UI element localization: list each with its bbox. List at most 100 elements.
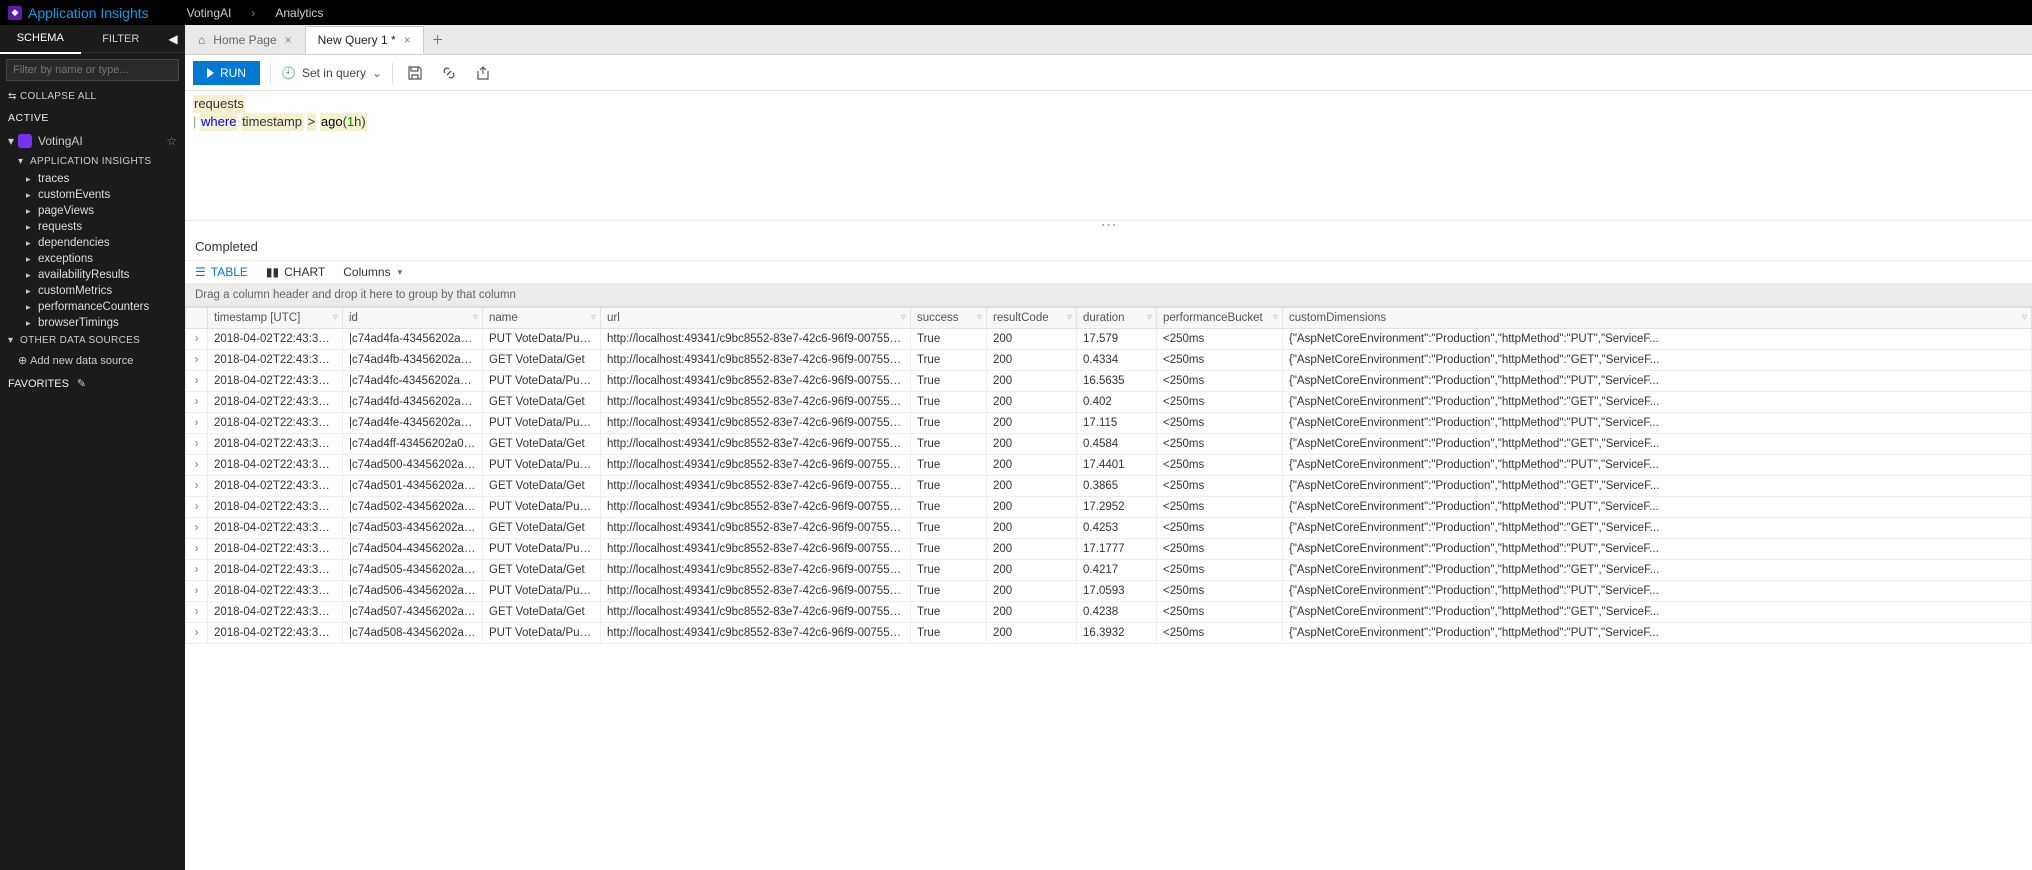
sidebar-tab-filter[interactable]: FILTER: [81, 25, 162, 53]
filter-icon[interactable]: ▿: [1147, 312, 1152, 323]
expand-row-button[interactable]: ›: [186, 329, 208, 350]
filter-icon[interactable]: ▿: [2022, 312, 2027, 323]
sidebar-collapse-icon[interactable]: ◀: [161, 25, 185, 53]
expand-row-button[interactable]: ›: [186, 581, 208, 602]
cell-resultcode: 200: [987, 581, 1077, 602]
table-row[interactable]: ›2018-04-02T22:43:31.221|c74ad501-434562…: [186, 476, 2032, 497]
expand-row-button[interactable]: ›: [186, 476, 208, 497]
expand-row-button[interactable]: ›: [186, 560, 208, 581]
filter-icon[interactable]: ▿: [591, 312, 596, 323]
filter-icon[interactable]: ▿: [1067, 312, 1072, 323]
group-by-bar[interactable]: Drag a column header and drop it here to…: [185, 284, 2032, 307]
tree-item-exceptions[interactable]: ▸exceptions: [0, 251, 185, 267]
tree-item-customEvents[interactable]: ▸customEvents: [0, 187, 185, 203]
breadcrumb-page[interactable]: Analytics: [275, 6, 323, 20]
query-editor[interactable]: requests | where timestamp > ago(1h): [185, 91, 2032, 221]
pencil-icon[interactable]: ✎: [77, 377, 86, 390]
table-row[interactable]: ›2018-04-02T22:43:31.038|c74ad4fe-434562…: [186, 413, 2032, 434]
table-row[interactable]: ›2018-04-02T22:43:30.233|c74ad4fd-434562…: [186, 392, 2032, 413]
tree-item-dependencies[interactable]: ▸dependencies: [0, 235, 185, 251]
filter-icon[interactable]: ▿: [473, 312, 478, 323]
expand-row-button[interactable]: ›: [186, 623, 208, 644]
view-table-button[interactable]: ☰ TABLE: [195, 265, 248, 279]
export-icon[interactable]: [471, 61, 495, 85]
column-header[interactable]: customDimensions▿: [1283, 308, 2032, 329]
group-application-insights[interactable]: ▾ APPLICATION INSIGHTS: [0, 152, 185, 171]
brand-title[interactable]: Application Insights: [28, 5, 149, 21]
expand-row-button[interactable]: ›: [186, 539, 208, 560]
table-row[interactable]: ›2018-04-02T22:43:31.064|c74ad4ff-434562…: [186, 434, 2032, 455]
table-row[interactable]: ›2018-04-02T22:43:31.895|c74ad508-434562…: [186, 623, 2032, 644]
column-header[interactable]: id▿: [343, 308, 483, 329]
filter-icon[interactable]: ▿: [901, 312, 906, 323]
close-icon[interactable]: ×: [404, 33, 411, 47]
column-header[interactable]: timestamp [UTC]▿: [208, 308, 343, 329]
view-chart-button[interactable]: ▮▮ CHART: [266, 265, 325, 279]
table-row[interactable]: ›2018-04-02T22:43:30.029|c74ad4fb-434562…: [186, 350, 2032, 371]
cell-id: |c74ad501-43456202a007daa5.: [343, 476, 483, 497]
tree-item-customMetrics[interactable]: ▸customMetrics: [0, 283, 185, 299]
expand-row-button[interactable]: ›: [186, 434, 208, 455]
app-node[interactable]: ▾ VotingAI ☆: [0, 130, 185, 152]
cell-name: GET VoteData/Get: [483, 350, 601, 371]
close-icon[interactable]: ×: [285, 33, 292, 47]
table-row[interactable]: ›2018-04-02T22:43:31.541|c74ad504-434562…: [186, 539, 2032, 560]
section-favorites[interactable]: FAVORITES ✎: [0, 371, 185, 396]
table-row[interactable]: ›2018-04-02T22:43:30.209|c74ad4fc-434562…: [186, 371, 2032, 392]
sidebar-tab-schema[interactable]: SCHEMA: [0, 24, 81, 54]
table-row[interactable]: ›2018-04-02T22:43:30.004|c74ad4fa-434562…: [186, 329, 2032, 350]
cell-timestamp: 2018-04-02T22:43:31.197: [208, 455, 343, 476]
tab-home[interactable]: ⌂ Home Page ×: [185, 26, 305, 54]
breadcrumb-app[interactable]: VotingAI: [187, 6, 232, 20]
cell-customdimensions: {"AspNetCoreEnvironment":"Production","h…: [1283, 476, 2032, 497]
clock-icon: 🕘: [281, 66, 296, 80]
play-icon: [207, 68, 214, 78]
save-icon[interactable]: [403, 61, 427, 85]
table-row[interactable]: ›2018-04-02T22:43:31.725|c74ad506-434562…: [186, 581, 2032, 602]
filter-icon[interactable]: ▿: [977, 312, 982, 323]
add-data-source-button[interactable]: ⊕ Add new data source: [0, 350, 185, 371]
section-other-sources[interactable]: ▾ OTHER DATA SOURCES: [0, 331, 185, 350]
results-grid[interactable]: timestamp [UTC]▿id▿name▿url▿success▿resu…: [185, 307, 2032, 870]
cell-customdimensions: {"AspNetCoreEnvironment":"Production","h…: [1283, 350, 2032, 371]
tree-item-browserTimings[interactable]: ▸browserTimings: [0, 315, 185, 331]
table-row[interactable]: ›2018-04-02T22:43:31.197|c74ad500-434562…: [186, 455, 2032, 476]
table-row[interactable]: ›2018-04-02T22:43:31.375|c74ad502-434562…: [186, 497, 2032, 518]
column-header[interactable]: success▿: [911, 308, 987, 329]
table-row[interactable]: ›2018-04-02T22:43:31.750|c74ad507-434562…: [186, 602, 2032, 623]
expand-row-button[interactable]: ›: [186, 518, 208, 539]
cell-customdimensions: {"AspNetCoreEnvironment":"Production","h…: [1283, 497, 2032, 518]
expand-row-button[interactable]: ›: [186, 497, 208, 518]
tab-add-button[interactable]: ＋: [424, 26, 452, 54]
expand-row-button[interactable]: ›: [186, 392, 208, 413]
column-header[interactable]: name▿: [483, 308, 601, 329]
schema-filter-input[interactable]: [6, 59, 179, 81]
chevron-right-icon: ▸: [26, 318, 36, 329]
star-icon[interactable]: ☆: [166, 134, 177, 148]
splitter-handle[interactable]: ⋯: [185, 221, 2032, 233]
tab-query-1[interactable]: New Query 1 * ×: [305, 26, 424, 54]
tree-item-requests[interactable]: ▸requests: [0, 219, 185, 235]
tree-item-traces[interactable]: ▸traces: [0, 171, 185, 187]
link-icon[interactable]: [437, 61, 461, 85]
column-header[interactable]: duration▿: [1077, 308, 1157, 329]
tree-item-availabilityResults[interactable]: ▸availabilityResults: [0, 267, 185, 283]
column-header[interactable]: performanceBucket▿: [1157, 308, 1283, 329]
expand-row-button[interactable]: ›: [186, 602, 208, 623]
column-header[interactable]: resultCode▿: [987, 308, 1077, 329]
columns-dropdown[interactable]: Columns ▾: [343, 265, 402, 279]
tree-item-pageViews[interactable]: ▸pageViews: [0, 203, 185, 219]
expand-row-button[interactable]: ›: [186, 371, 208, 392]
collapse-all-button[interactable]: ⇆ COLLAPSE ALL: [0, 87, 185, 106]
expand-row-button[interactable]: ›: [186, 413, 208, 434]
tree-item-performanceCounters[interactable]: ▸performanceCounters: [0, 299, 185, 315]
filter-icon[interactable]: ▿: [1273, 312, 1278, 323]
filter-icon[interactable]: ▿: [333, 312, 338, 323]
expand-row-button[interactable]: ›: [186, 455, 208, 476]
table-row[interactable]: ›2018-04-02T22:43:31.399|c74ad503-434562…: [186, 518, 2032, 539]
column-header[interactable]: url▿: [601, 308, 911, 329]
table-row[interactable]: ›2018-04-02T22:43:31.566|c74ad505-434562…: [186, 560, 2032, 581]
expand-row-button[interactable]: ›: [186, 350, 208, 371]
run-button[interactable]: RUN: [193, 61, 260, 85]
time-range-button[interactable]: 🕘 Set in query ⌄: [281, 66, 382, 80]
